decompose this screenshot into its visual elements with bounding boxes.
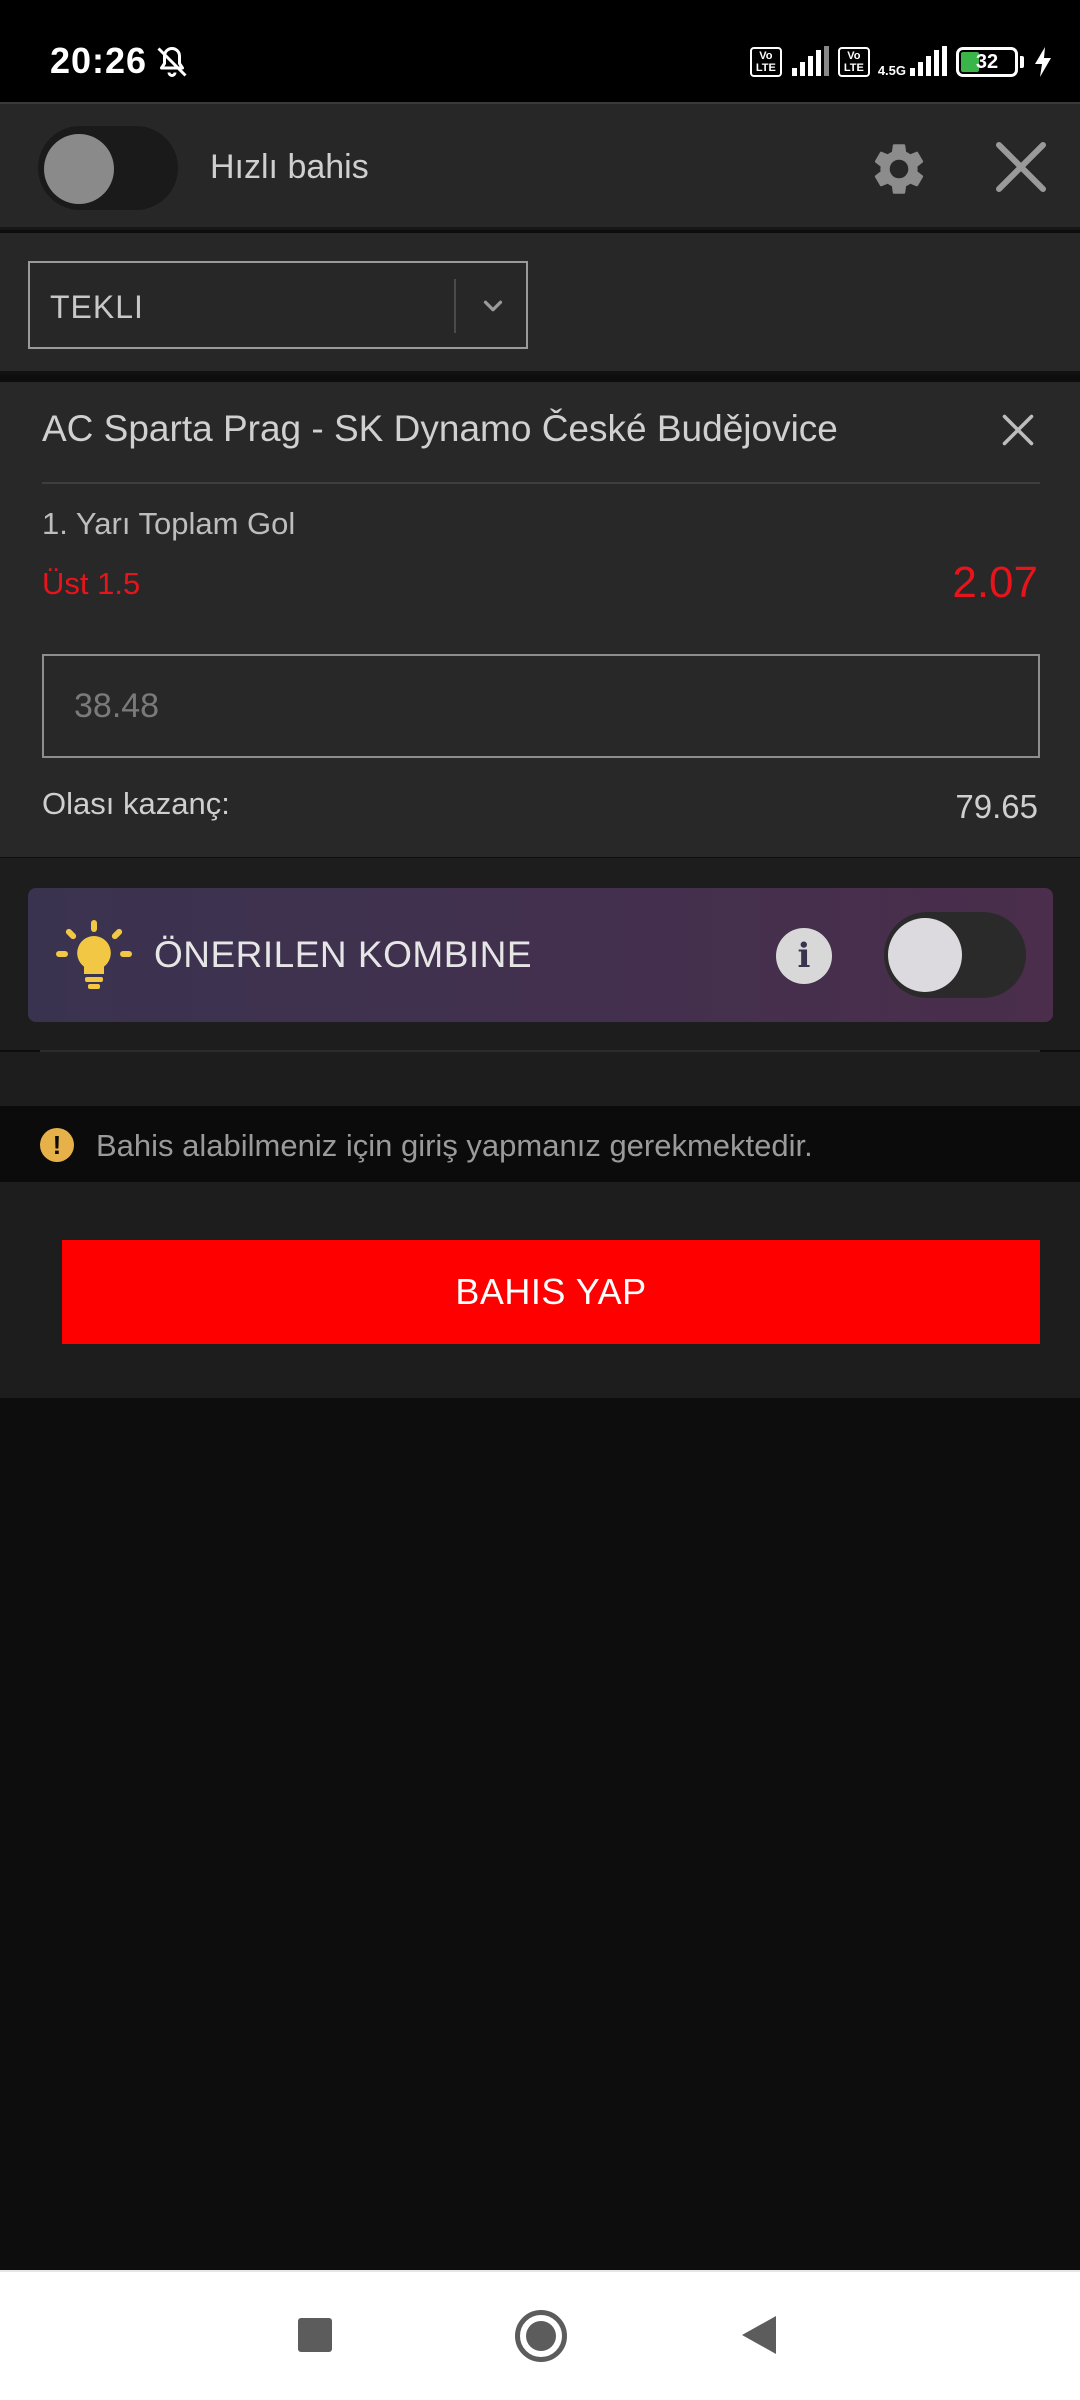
bell-off-icon [157, 47, 187, 77]
possible-win-label: Olası kazanç: [42, 786, 230, 821]
toggle-knob [888, 918, 962, 992]
possible-win-value: 79.65 [955, 788, 1038, 825]
gear-icon[interactable] [868, 138, 930, 200]
navigation-bar [0, 2270, 1080, 2400]
status-bar: 20:26 Vo LTE Vo LTE 4.5G 32 [0, 0, 1080, 102]
battery-level: 32 [975, 50, 999, 73]
quick-bet-label: Hızlı bahis [210, 148, 369, 186]
suggested-combo-label: ÖNERILEN KOMBINE [154, 934, 533, 975]
quick-bet-toggle[interactable] [38, 126, 178, 210]
betslip-header: Hızlı bahis [0, 102, 1080, 230]
recents-icon[interactable] [298, 2318, 332, 2352]
volte-badge: Vo LTE [749, 47, 782, 77]
network-type-label: 4.5G [877, 63, 906, 78]
signal-icon [791, 46, 829, 76]
warning-icon: ! [40, 1128, 74, 1162]
divider [42, 482, 1040, 484]
combo-section: ÖNERILEN KOMBINE i [0, 858, 1080, 1050]
market-name: 1. Yarı Toplam Gol [42, 506, 296, 541]
match-title: AC Sparta Prag - SK Dynamo České Budějov… [42, 408, 838, 449]
bet-type-selected: TEKLI [50, 289, 144, 325]
toggle-knob [44, 134, 114, 204]
battery-nub [1020, 56, 1024, 68]
suggested-combo-banner: ÖNERILEN KOMBINE i [28, 888, 1053, 1022]
lightbulb-icon [56, 920, 132, 989]
bet-card: AC Sparta Prag - SK Dynamo České Budějov… [0, 382, 1080, 857]
info-icon[interactable]: i [776, 928, 832, 984]
bet-type-row: TEKLI [0, 233, 1080, 375]
bet-type-select[interactable]: TEKLI [28, 261, 528, 349]
place-bet-button[interactable]: BAHIS YAP [62, 1240, 1040, 1344]
login-notice: ! Bahis alabilmeniz için giriş yapmanız … [0, 1106, 1080, 1182]
status-indicators: Vo LTE Vo LTE 4.5G 32 [749, 42, 1054, 82]
stake-input[interactable] [42, 654, 1040, 758]
chevron-down-icon [483, 300, 503, 312]
close-icon[interactable] [988, 134, 1054, 200]
spacer [0, 1052, 1080, 1106]
odds-value: 2.07 [952, 558, 1038, 607]
battery-indicator: 32 [956, 47, 1018, 77]
home-icon[interactable] [515, 2310, 567, 2362]
select-divider [454, 279, 456, 333]
volte-badge: Vo LTE [837, 47, 870, 77]
signal-icon [910, 46, 947, 76]
suggested-combo-toggle[interactable] [884, 912, 1026, 998]
status-time: 20:26 [50, 40, 148, 81]
selection-name: Üst 1.5 [42, 566, 141, 601]
login-notice-text: Bahis alabilmeniz için giriş yapmanız ge… [96, 1128, 813, 1163]
charging-icon [1035, 47, 1051, 77]
place-bet-area: BAHIS YAP [0, 1182, 1080, 1398]
back-icon[interactable] [742, 2316, 776, 2354]
remove-bet-icon[interactable] [1000, 412, 1036, 448]
